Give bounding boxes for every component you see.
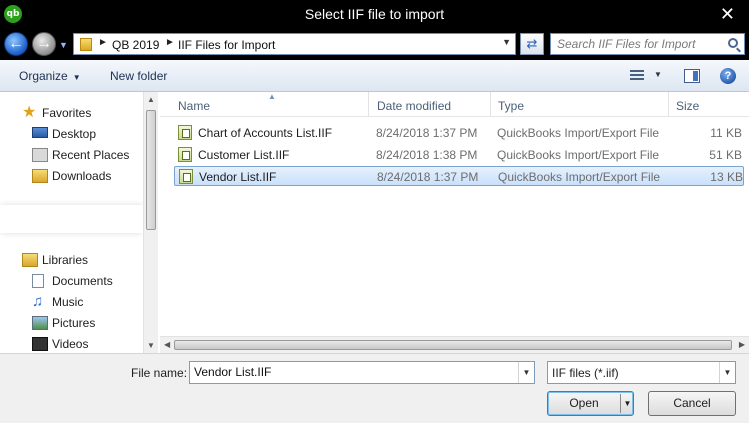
address-bar: ← → ▼ ► QB 2019 ► IIF Files for Import ▼… bbox=[0, 30, 749, 58]
breadcrumb-separator-icon[interactable]: ► bbox=[165, 37, 175, 48]
sort-ascending-icon: ▲ bbox=[268, 92, 276, 101]
file-name-label: File name: bbox=[131, 366, 188, 380]
iif-file-icon bbox=[179, 169, 193, 184]
file-name: Customer List.IIF bbox=[198, 148, 290, 162]
recent-locations-dropdown-icon[interactable]: ▼ bbox=[59, 40, 68, 50]
sidebar-item-label: Pictures bbox=[52, 316, 96, 330]
file-name: Vendor List.IIF bbox=[199, 170, 277, 184]
scroll-down-icon[interactable]: ▼ bbox=[147, 341, 155, 350]
file-date: 8/24/2018 1:37 PM bbox=[377, 170, 479, 184]
refresh-button[interactable]: ⇄ bbox=[520, 33, 544, 55]
file-name-combobox[interactable]: ▼ bbox=[189, 361, 535, 384]
open-button[interactable]: Open ▼ bbox=[547, 391, 634, 416]
chevron-down-icon[interactable]: ▼ bbox=[502, 37, 511, 47]
file-type-select[interactable]: IIF files (*.iif) ▼ bbox=[547, 361, 736, 384]
file-date: 8/24/2018 1:38 PM bbox=[376, 148, 478, 162]
file-date: 8/24/2018 1:37 PM bbox=[376, 126, 478, 140]
sidebar-item-label: Videos bbox=[52, 337, 89, 351]
file-size: 13 KB bbox=[710, 170, 743, 184]
iif-file-icon bbox=[178, 125, 192, 140]
column-header-size[interactable]: Size bbox=[676, 99, 699, 113]
iif-file-icon bbox=[178, 147, 192, 162]
file-row[interactable]: Customer List.IIF 8/24/2018 1:38 PM Quic… bbox=[174, 145, 744, 165]
change-view-icon[interactable] bbox=[630, 70, 644, 82]
file-type: QuickBooks Import/Export File bbox=[497, 126, 660, 140]
search-icon[interactable] bbox=[728, 38, 738, 48]
file-row-selected[interactable]: Vendor List.IIF 8/24/2018 1:37 PM QuickB… bbox=[174, 166, 744, 186]
chevron-down-icon[interactable]: ▼ bbox=[719, 362, 735, 383]
preview-pane-icon[interactable] bbox=[684, 69, 700, 83]
file-type: QuickBooks Import/Export File bbox=[497, 148, 660, 162]
organize-button[interactable]: Organize ▼ bbox=[19, 69, 81, 83]
divider bbox=[620, 394, 621, 413]
organize-label: Organize bbox=[19, 69, 68, 83]
search-input[interactable] bbox=[557, 37, 717, 51]
horizontal-scrollbar[interactable]: ◀ ▶ bbox=[160, 336, 749, 353]
file-name: Chart of Accounts List.IIF bbox=[198, 126, 333, 140]
back-button[interactable]: ← bbox=[4, 32, 28, 56]
file-type-value: IIF files (*.iif) bbox=[552, 366, 619, 380]
file-row[interactable]: Chart of Accounts List.IIF 8/24/2018 1:3… bbox=[174, 123, 744, 143]
sidebar-item-label: Music bbox=[52, 295, 84, 309]
scroll-right-icon[interactable]: ▶ bbox=[739, 340, 745, 349]
file-size: 51 KB bbox=[709, 148, 742, 162]
column-header-name[interactable]: Name bbox=[178, 99, 210, 113]
forward-button[interactable]: → bbox=[32, 32, 56, 56]
folder-icon bbox=[80, 38, 92, 51]
star-icon: ★ bbox=[22, 104, 37, 121]
cancel-button[interactable]: Cancel bbox=[648, 391, 736, 416]
file-size: 11 KB bbox=[710, 126, 742, 140]
videos-icon bbox=[32, 337, 48, 351]
music-icon: ♫ bbox=[32, 293, 44, 310]
chevron-down-icon: ▼ bbox=[72, 73, 81, 82]
breadcrumb[interactable]: ► QB 2019 ► IIF Files for Import ▼ bbox=[73, 33, 516, 55]
sidebar-item-label: Libraries bbox=[42, 253, 89, 267]
documents-icon bbox=[32, 274, 44, 288]
pictures-icon bbox=[32, 316, 48, 330]
column-header-row: ▲ Name Date modified Type Size bbox=[160, 92, 749, 117]
scrollbar-thumb[interactable] bbox=[174, 340, 732, 350]
libraries-icon bbox=[22, 253, 38, 267]
desktop-icon bbox=[32, 127, 48, 138]
sidebar-item-label: Documents bbox=[52, 274, 113, 288]
new-folder-button[interactable]: New folder bbox=[110, 69, 167, 83]
breadcrumb-segment[interactable]: IIF Files for Import bbox=[178, 38, 275, 52]
blank-region bbox=[0, 205, 143, 233]
breadcrumb-separator-icon[interactable]: ► bbox=[98, 37, 108, 48]
navigation-pane: ★ Favorites Desktop Recent Places Downlo… bbox=[0, 92, 158, 353]
downloads-folder-icon bbox=[32, 169, 48, 183]
browser-area: ★ Favorites Desktop Recent Places Downlo… bbox=[0, 92, 749, 353]
title-bar: qb Select IIF file to import ✕ bbox=[0, 0, 749, 30]
file-type: QuickBooks Import/Export File bbox=[498, 170, 661, 184]
sidebar-item-label: Downloads bbox=[52, 169, 112, 183]
file-list: ▲ Name Date modified Type Size Chart of … bbox=[160, 92, 749, 353]
command-toolbar: Organize ▼ New folder ▼ ? bbox=[0, 60, 749, 92]
help-icon[interactable]: ? bbox=[720, 68, 736, 84]
column-header-type[interactable]: Type bbox=[498, 99, 524, 113]
scroll-left-icon[interactable]: ◀ bbox=[164, 340, 170, 349]
scrollbar-thumb[interactable] bbox=[146, 110, 156, 230]
scroll-up-icon[interactable]: ▲ bbox=[147, 95, 155, 104]
navigation-scrollbar[interactable]: ▲ ▼ bbox=[143, 92, 158, 353]
sidebar-item-label: Recent Places bbox=[52, 148, 130, 162]
sidebar-item-label: Favorites bbox=[42, 106, 92, 120]
file-name-input[interactable] bbox=[194, 365, 514, 379]
breadcrumb-segment[interactable]: QB 2019 bbox=[112, 38, 159, 52]
sidebar-item-label: Desktop bbox=[52, 127, 97, 141]
window-title: Select IIF file to import bbox=[304, 6, 445, 22]
chevron-down-icon[interactable]: ▼ bbox=[654, 70, 662, 79]
close-icon[interactable]: ✕ bbox=[720, 3, 735, 25]
recent-places-icon bbox=[32, 148, 48, 162]
search-field[interactable] bbox=[550, 33, 745, 55]
dialog-footer: File name: ▼ IIF files (*.iif) ▼ Open ▼ … bbox=[0, 353, 749, 423]
open-label: Open bbox=[569, 396, 599, 410]
column-header-date[interactable]: Date modified bbox=[377, 99, 451, 113]
open-options-dropdown-icon[interactable]: ▼ bbox=[622, 392, 633, 415]
chevron-down-icon[interactable]: ▼ bbox=[518, 362, 534, 383]
